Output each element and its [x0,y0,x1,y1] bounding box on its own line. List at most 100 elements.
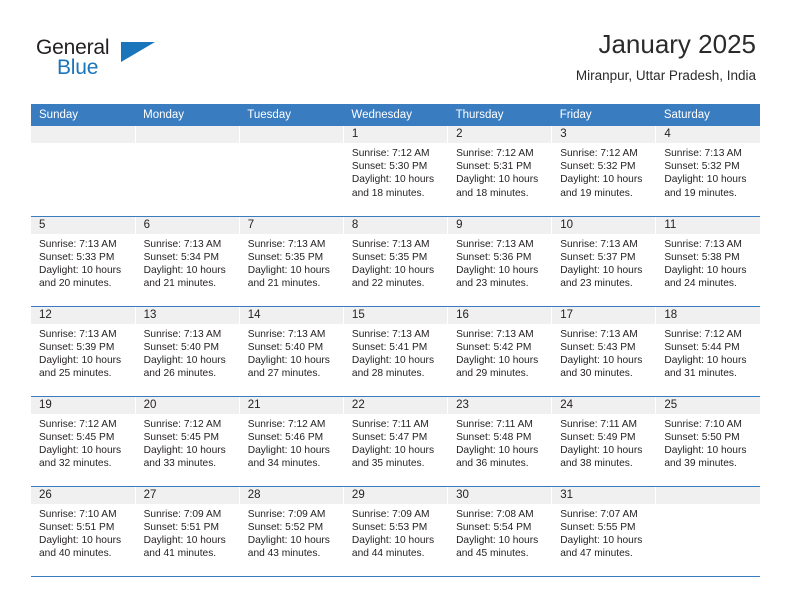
sunset-text: Sunset: 5:40 PM [247,341,324,353]
daylight-text: Daylight: 10 hours and 24 minutes. [664,264,747,290]
day-cell-inner: 21 Sunrise: 7:12 AM Sunset: 5:46 PM Dayligh… [239,396,343,486]
calendar-day-cell[interactable]: 26 Sunrise: 7:10 AM Sunset: 5:51 PM Dayligh… [31,486,136,577]
calendar-day-cell[interactable]: 6 Sunrise: 7:13 AM Sunset: 5:34 PM Daylight… [134,216,240,307]
sunrise-text: Sunrise: 7:09 AM [351,508,430,520]
calendar-day-cell[interactable]: 10 Sunrise: 7:13 AM Sunset: 5:37 PM Dayligh… [551,216,657,307]
day-details: Sunrise: 7:13 AM Sunset: 5:32 PM Daylight:… [656,143,760,200]
day-details: Sunrise: 7:12 AM Sunset: 5:30 PM Daylight:… [344,143,447,200]
sunset-text: Sunset: 5:38 PM [664,251,740,263]
daylight-text: Daylight: 10 hours and 21 minutes. [143,264,226,290]
calendar-day-cell[interactable]: 1 Sunrise: 7:12 AM Sunset: 5:30 PM Daylight… [342,126,449,217]
day-cell-inner: 22 Sunrise: 7:11 AM Sunset: 5:47 PM Dayligh… [343,396,448,486]
day-number: 9 [448,216,552,234]
daylight-text: Daylight: 10 hours and 22 minutes. [351,264,435,290]
calendar-day-cell[interactable]: 24 Sunrise: 7:11 AM Sunset: 5:49 PM Dayligh… [551,396,657,487]
day-cell-inner: 4 Sunrise: 7:13 AM Sunset: 5:32 PM Daylight… [656,126,760,216]
calendar-day-cell[interactable]: 20 Sunrise: 7:12 AM Sunset: 5:45 PM Dayligh… [134,396,240,487]
day-cell-inner [135,126,239,216]
daylight-text: Daylight: 10 hours and 18 minutes. [351,174,435,199]
calendar-day-cell[interactable]: 3 Sunrise: 7:12 AM Sunset: 5:32 PM Daylight… [551,126,657,217]
general-blue-logo[interactable]: General Blue [36,36,156,86]
calendar-day-cell-empty [31,126,136,217]
calendar-day-cell[interactable]: 18 Sunrise: 7:12 AM Sunset: 5:44 PM Dayligh… [655,306,760,397]
daylight-text: Daylight: 10 hours and 32 minutes. [39,444,122,470]
location-subtitle: Miranpur, Uttar Pradesh, India [575,68,756,83]
calendar-day-cell[interactable]: 17 Sunrise: 7:13 AM Sunset: 5:43 PM Dayligh… [551,306,657,397]
calendar-week-row: 26 Sunrise: 7:10 AM Sunset: 5:51 PM Dayligh… [31,486,760,577]
day-number: 18 [656,306,760,324]
day-details: Sunrise: 7:12 AM Sunset: 5:44 PM Daylight:… [656,324,760,381]
day-details: Sunrise: 7:13 AM Sunset: 5:42 PM Daylight:… [448,324,551,381]
day-cell-inner: 17 Sunrise: 7:13 AM Sunset: 5:43 PM Dayligh… [552,306,656,396]
calendar-day-cell[interactable]: 22 Sunrise: 7:11 AM Sunset: 5:47 PM Dayligh… [342,396,449,487]
day-number: 10 [552,216,656,234]
sunrise-text: Sunrise: 7:12 AM [351,148,430,159]
day-cell-inner: 23 Sunrise: 7:11 AM Sunset: 5:48 PM Dayligh… [448,396,552,486]
day-details: Sunrise: 7:12 AM Sunset: 5:31 PM Daylight:… [448,143,551,200]
day-cell-inner [656,486,760,576]
calendar-day-cell[interactable]: 19 Sunrise: 7:12 AM Sunset: 5:45 PM Dayligh… [31,396,136,487]
calendar-day-cell[interactable]: 28 Sunrise: 7:09 AM Sunset: 5:52 PM Dayligh… [238,486,344,577]
calendar-day-cell[interactable]: 4 Sunrise: 7:13 AM Sunset: 5:32 PM Daylight… [655,126,760,217]
day-details: Sunrise: 7:07 AM Sunset: 5:55 PM Daylight:… [552,504,655,561]
sunrise-text: Sunrise: 7:13 AM [143,238,222,250]
calendar-day-cell[interactable]: 16 Sunrise: 7:13 AM Sunset: 5:42 PM Dayligh… [447,306,553,397]
day-number: 2 [448,126,552,143]
calendar-day-cell[interactable]: 15 Sunrise: 7:13 AM Sunset: 5:41 PM Dayligh… [342,306,449,397]
calendar-day-cell[interactable]: 30 Sunrise: 7:08 AM Sunset: 5:54 PM Dayligh… [447,486,553,577]
daylight-text: Daylight: 10 hours and 19 minutes. [560,174,643,199]
calendar-day-cell[interactable]: 27 Sunrise: 7:09 AM Sunset: 5:51 PM Dayligh… [134,486,240,577]
calendar-day-cell[interactable]: 5 Sunrise: 7:13 AM Sunset: 5:33 PM Daylight… [31,216,136,307]
daylight-text: Daylight: 10 hours and 38 minutes. [560,444,643,470]
calendar-day-cell[interactable]: 25 Sunrise: 7:10 AM Sunset: 5:50 PM Dayligh… [655,396,760,487]
calendar-day-cell[interactable]: 13 Sunrise: 7:13 AM Sunset: 5:40 PM Dayligh… [134,306,240,397]
day-cell-inner: 14 Sunrise: 7:13 AM Sunset: 5:40 PM Dayligh… [239,306,343,396]
day-details: Sunrise: 7:12 AM Sunset: 5:46 PM Daylight:… [240,414,343,471]
calendar-day-cell[interactable]: 2 Sunrise: 7:12 AM Sunset: 5:31 PM Daylight… [447,126,553,217]
sunset-text: Sunset: 5:51 PM [143,521,219,533]
sunset-text: Sunset: 5:46 PM [247,431,324,443]
calendar-day-cell[interactable]: 8 Sunrise: 7:13 AM Sunset: 5:35 PM Daylight… [342,216,449,307]
daylight-text: Daylight: 10 hours and 34 minutes. [247,444,330,470]
calendar-day-cell[interactable]: 7 Sunrise: 7:13 AM Sunset: 5:35 PM Daylight… [238,216,344,307]
calendar-day-cell[interactable]: 21 Sunrise: 7:12 AM Sunset: 5:46 PM Dayligh… [238,396,344,487]
sunset-text: Sunset: 5:33 PM [39,251,115,263]
calendar-week-row: 19 Sunrise: 7:12 AM Sunset: 5:45 PM Dayligh… [31,396,760,487]
calendar-day-cell[interactable]: 31 Sunrise: 7:07 AM Sunset: 5:55 PM Dayligh… [551,486,657,577]
daylight-text: Daylight: 10 hours and 30 minutes. [560,354,643,380]
sunrise-text: Sunrise: 7:12 AM [456,148,534,159]
day-details: Sunrise: 7:12 AM Sunset: 5:45 PM Daylight:… [136,414,239,471]
sunrise-text: Sunrise: 7:13 AM [664,238,742,250]
day-details: Sunrise: 7:13 AM Sunset: 5:36 PM Daylight:… [448,234,551,291]
day-cell-inner: 31 Sunrise: 7:07 AM Sunset: 5:55 PM Dayligh… [552,486,656,576]
calendar-day-cell[interactable]: 14 Sunrise: 7:13 AM Sunset: 5:40 PM Dayligh… [238,306,344,397]
sunrise-text: Sunrise: 7:13 AM [247,238,326,250]
calendar-day-cell[interactable]: 29 Sunrise: 7:09 AM Sunset: 5:53 PM Dayligh… [342,486,449,577]
daylight-text: Daylight: 10 hours and 47 minutes. [560,534,643,560]
sunset-text: Sunset: 5:39 PM [39,341,115,353]
day-number: 12 [31,306,135,324]
day-number: 29 [343,486,448,504]
sunset-text: Sunset: 5:55 PM [560,521,636,533]
calendar-day-cell[interactable]: 23 Sunrise: 7:11 AM Sunset: 5:48 PM Dayligh… [447,396,553,487]
weekday-header-saturday: Saturday [655,104,760,126]
calendar-day-cell[interactable]: 9 Sunrise: 7:13 AM Sunset: 5:36 PM Daylight… [447,216,553,307]
calendar-week-row: 1 Sunrise: 7:12 AM Sunset: 5:30 PM Daylight… [31,126,760,217]
day-details: Sunrise: 7:13 AM Sunset: 5:40 PM Daylight:… [136,324,239,381]
daylight-text: Daylight: 10 hours and 27 minutes. [247,354,330,380]
daylight-text: Daylight: 10 hours and 23 minutes. [456,264,539,290]
day-number: 17 [552,306,656,324]
day-cell-inner: 28 Sunrise: 7:09 AM Sunset: 5:52 PM Dayligh… [239,486,343,576]
sunset-text: Sunset: 5:40 PM [143,341,219,353]
sunset-text: Sunset: 5:35 PM [351,251,428,263]
day-details: Sunrise: 7:09 AM Sunset: 5:52 PM Daylight:… [240,504,343,561]
day-details: Sunrise: 7:13 AM Sunset: 5:43 PM Daylight:… [552,324,655,381]
calendar-day-cell[interactable]: 12 Sunrise: 7:13 AM Sunset: 5:39 PM Dayligh… [31,306,136,397]
sunset-text: Sunset: 5:49 PM [560,431,636,443]
sunset-text: Sunset: 5:52 PM [247,521,324,533]
daylight-text: Daylight: 10 hours and 39 minutes. [664,444,747,470]
day-details: Sunrise: 7:11 AM Sunset: 5:48 PM Daylight:… [448,414,551,471]
day-cell-inner: 13 Sunrise: 7:13 AM Sunset: 5:40 PM Dayligh… [135,306,239,396]
sunset-text: Sunset: 5:34 PM [143,251,219,263]
calendar-day-cell[interactable]: 11 Sunrise: 7:13 AM Sunset: 5:38 PM Dayligh… [655,216,760,307]
